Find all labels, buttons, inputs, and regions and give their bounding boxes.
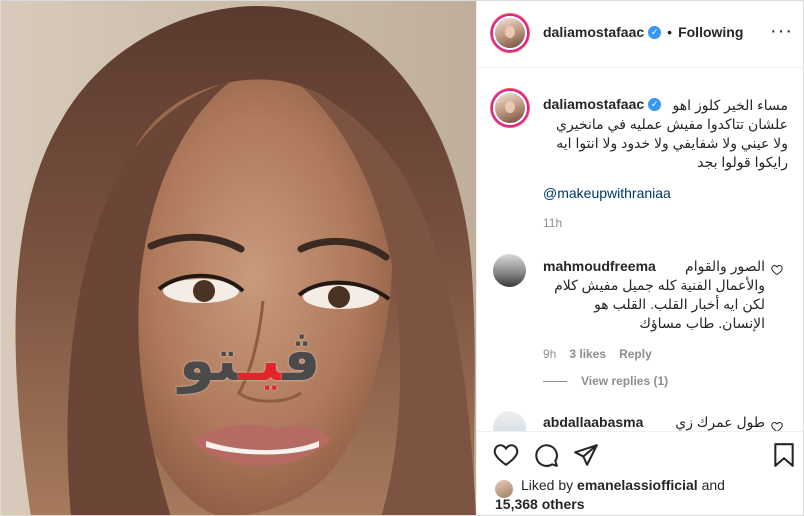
watermark-text: ڤ (282, 326, 321, 394)
caption-line: رايكوا قولوا بجد (697, 154, 788, 170)
liked-by-prefix: Liked by (521, 477, 574, 493)
caption-body: daliamostafaac ✓ مساء الخير كلوز اهو علش… (543, 96, 788, 230)
comment-icon[interactable] (533, 442, 559, 468)
comment-body: mahmoudfreema الصور والقوام والأعمال الف… (543, 257, 765, 361)
author-avatar[interactable] (493, 16, 527, 50)
comment-meta: 9h 3 likes Reply (543, 347, 765, 361)
comment-body: abdallaabasma طول عمرك زي (543, 413, 765, 431)
portrait-illustration (1, 1, 476, 515)
caption-mention-link[interactable]: @makeupwithraniaa (543, 185, 671, 201)
view-replies-button[interactable]: View replies (1) (543, 374, 668, 388)
reply-button[interactable]: Reply (619, 347, 652, 361)
caption-first-row: daliamostafaac ✓ مساء الخير كلوز اهو (543, 96, 788, 115)
caption-username[interactable]: daliamostafaac (543, 96, 644, 112)
share-direct-icon[interactable] (573, 442, 599, 468)
caption-timestamp[interactable]: 11h (543, 216, 562, 230)
verified-badge-icon: ✓ (648, 97, 662, 111)
likes-summary: Liked by emanelassiofficial and (521, 476, 725, 494)
like-heart-icon[interactable] (493, 442, 519, 468)
save-bookmark-icon[interactable] (771, 442, 797, 468)
separator-dot: • (667, 24, 673, 40)
commenter-avatar[interactable] (493, 254, 526, 287)
watermark-text-end: تو (179, 326, 240, 394)
liked-by-user[interactable]: emanelassiofficial (577, 477, 698, 493)
comment-time[interactable]: 9h (543, 347, 556, 361)
caption-username-wrap: daliamostafaac ✓ (543, 96, 662, 112)
likes-count-row: 15,368 others (495, 495, 585, 513)
like-comment-icon[interactable] (771, 264, 783, 276)
likes-others-count[interactable]: 15,368 others (495, 496, 585, 512)
comment-line: والأعمال الفنية كله جميل مفيش كلام (554, 277, 765, 293)
watermark-accent: يـ (239, 326, 283, 394)
commenter-username[interactable]: abdallaabasma (543, 414, 643, 430)
watermark-logo: ڤيـتو (179, 331, 321, 389)
caption-line: مساء الخير كلوز اهو (672, 97, 788, 113)
commenter-username[interactable]: mahmoudfreema (543, 258, 656, 274)
instagram-post: ڤيـتو daliamostafaac ✓ • Following ··· d… (0, 0, 804, 516)
replies-divider (543, 380, 567, 382)
liked-by-and: and (701, 477, 725, 493)
post-side-panel: daliamostafaac ✓ • Following ··· daliamo… (476, 1, 803, 515)
caption-author-avatar[interactable] (493, 91, 527, 125)
caption-line: علشان تتاكدوا مفيش عمليه في مانخيري (556, 116, 788, 132)
comment-line: الصور والقوام (685, 258, 765, 274)
post-photo[interactable]: ڤيـتو (1, 1, 476, 515)
comment-line: طول عمرك زي (675, 414, 765, 430)
following-button[interactable]: Following (678, 24, 743, 40)
view-replies-label: View replies (1) (581, 374, 669, 388)
more-horizontal-icon[interactable]: ··· (770, 21, 793, 41)
comment-line: لكن ايه أخبار القلب. القلب هو (594, 296, 765, 312)
comment-likes[interactable]: 3 likes (569, 347, 606, 361)
post-header: daliamostafaac ✓ • Following ··· (477, 1, 803, 68)
comment-item: abdallaabasma طول عمرك زي (477, 410, 803, 431)
post-actions: Liked by emanelassiofficial and 15,368 o… (477, 431, 803, 515)
comment-first-row: mahmoudfreema الصور والقوام (543, 257, 765, 276)
header-user-info: daliamostafaac ✓ • Following (543, 24, 743, 40)
like-comment-icon[interactable] (771, 421, 783, 431)
comment-first-row: abdallaabasma طول عمرك زي (543, 413, 765, 431)
verified-badge-icon: ✓ (648, 25, 662, 39)
comment-line: الإنسان. طاب مساؤك (639, 315, 765, 331)
author-username[interactable]: daliamostafaac (543, 24, 644, 40)
commenter-avatar[interactable] (493, 411, 526, 431)
caption-line: ولا عيني ولا شفايفي ولا خدود ولا انتوا ا… (556, 135, 788, 151)
